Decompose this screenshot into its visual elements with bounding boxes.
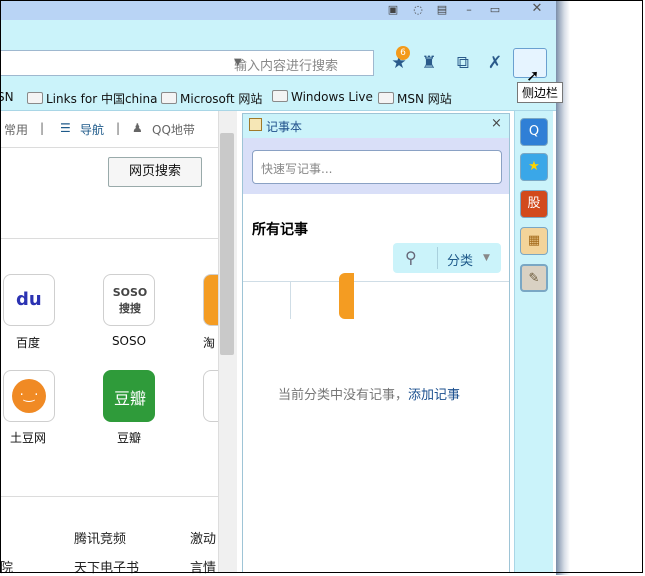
screenshot-border xyxy=(0,0,643,573)
